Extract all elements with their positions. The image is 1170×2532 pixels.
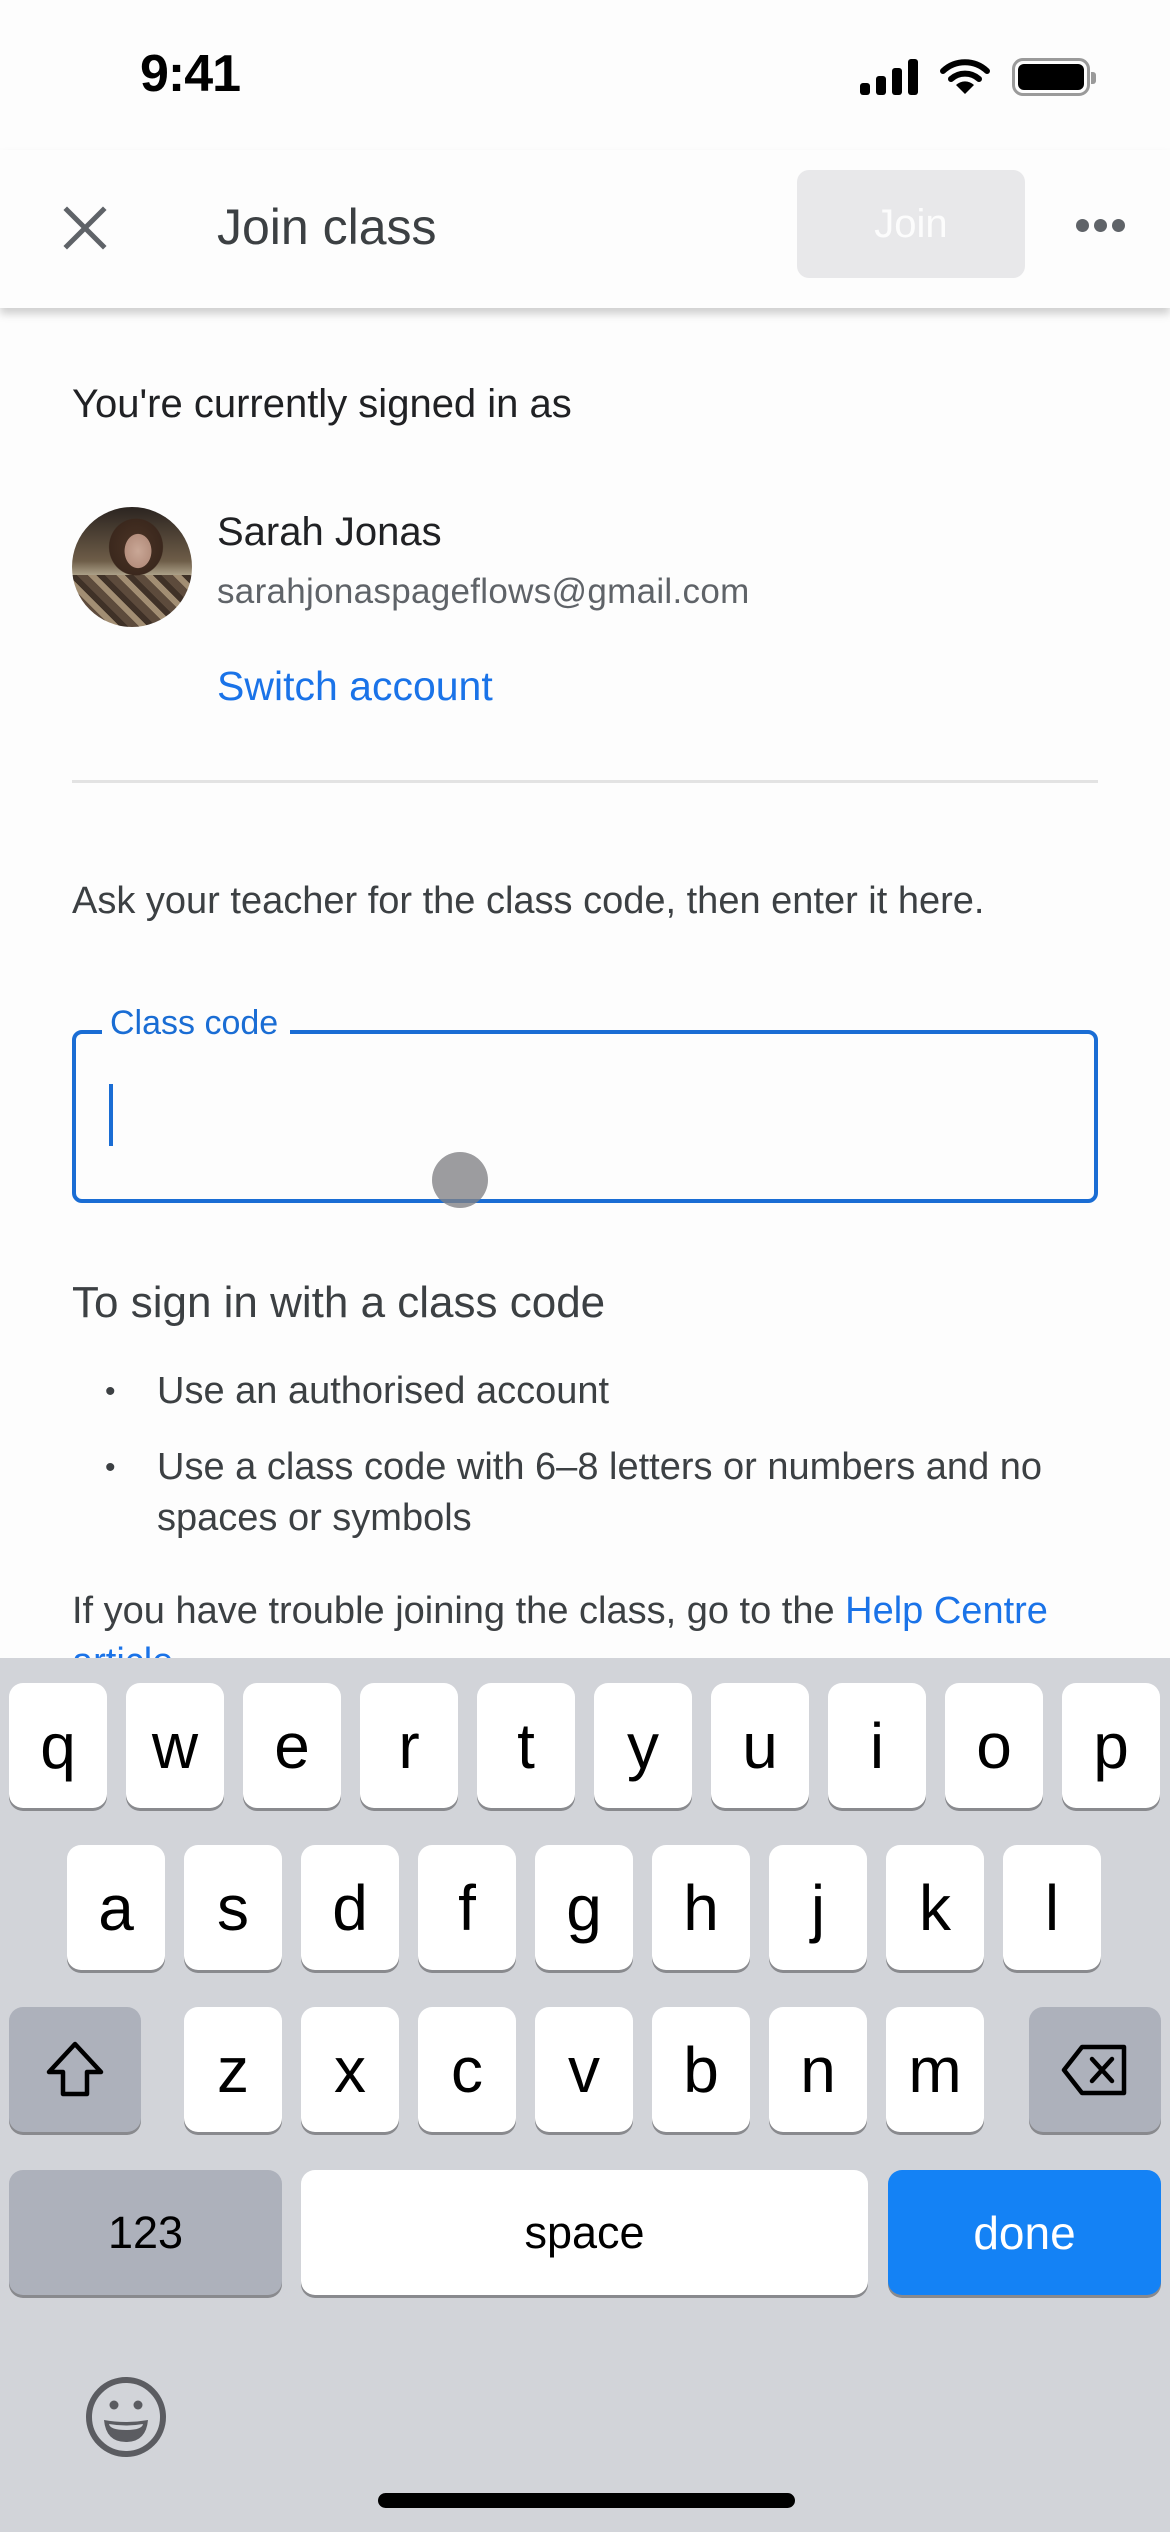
list-item: • Use an authorised account (105, 1370, 610, 1412)
shift-key[interactable] (9, 2007, 141, 2132)
text-caret (109, 1084, 113, 1146)
key-n[interactable]: n (769, 2007, 867, 2132)
keyboard-row-4: 123 space done (0, 2170, 1170, 2295)
key-p[interactable]: p (1062, 1683, 1160, 1808)
key-u[interactable]: u (711, 1683, 809, 1808)
key-z[interactable]: z (184, 2007, 282, 2132)
user-email: sarahjonaspageflows@gmail.com (217, 572, 750, 611)
shift-icon (46, 2041, 104, 2096)
backspace-icon (1061, 2044, 1127, 2095)
more-options-button[interactable] (1065, 195, 1135, 255)
page-title: Join class (217, 199, 437, 255)
signed-in-label: You're currently signed in as (72, 382, 572, 426)
key-a[interactable]: a (67, 1845, 165, 1970)
key-h[interactable]: h (652, 1845, 750, 1970)
key-l[interactable]: l (1003, 1845, 1101, 1970)
howto-list: • Use an authorised account • Use a clas… (72, 1366, 1102, 1569)
key-d[interactable]: d (301, 1845, 399, 1970)
key-g[interactable]: g (535, 1845, 633, 1970)
home-indicator (378, 2493, 795, 2508)
switch-account-link[interactable]: Switch account (217, 663, 493, 710)
status-bar: 9:41 (0, 0, 1170, 150)
key-q[interactable]: q (9, 1683, 107, 1808)
close-button[interactable] (50, 193, 120, 263)
class-code-input[interactable] (106, 1074, 1046, 1144)
done-key[interactable]: done (888, 2170, 1161, 2295)
join-button[interactable]: Join (797, 170, 1025, 278)
key-e[interactable]: e (243, 1683, 341, 1808)
key-k[interactable]: k (886, 1845, 984, 1970)
keyboard-row-1: qwertyuiop (0, 1683, 1170, 1808)
status-icons (860, 58, 1096, 96)
key-x[interactable]: x (301, 2007, 399, 2132)
key-t[interactable]: t (477, 1683, 575, 1808)
battery-icon (1012, 58, 1096, 96)
key-v[interactable]: v (535, 2007, 633, 2132)
key-j[interactable]: j (769, 1845, 867, 1970)
class-code-instructions: Ask your teacher for the class code, the… (72, 880, 985, 922)
list-item: • Use a class code with 6–8 letters or n… (105, 1446, 1043, 1539)
key-b[interactable]: b (652, 2007, 750, 2132)
class-code-label: Class code (102, 1004, 291, 1043)
key-i[interactable]: i (828, 1683, 926, 1808)
howto-heading: To sign in with a class code (72, 1278, 606, 1327)
key-o[interactable]: o (945, 1683, 1043, 1808)
divider (72, 780, 1098, 783)
app-bar: Join class Join (0, 150, 1170, 308)
emoji-button[interactable] (80, 2371, 172, 2463)
more-horizontal-icon (1075, 218, 1089, 232)
key-y[interactable]: y (594, 1683, 692, 1808)
wifi-icon (940, 59, 990, 94)
keyboard-row-3: zxcvbnm (0, 2007, 1170, 2132)
class-code-field[interactable]: Class code (72, 1004, 1098, 1203)
status-time: 9:41 (140, 45, 241, 103)
close-icon (63, 206, 107, 250)
keyboard: qwertyuiop asdfghjkl zxcvbnm 123 space d… (0, 1658, 1170, 2532)
touch-indicator (432, 1152, 488, 1208)
user-name: Sarah Jonas (217, 510, 442, 554)
delete-key[interactable] (1029, 2007, 1161, 2132)
numbers-key[interactable]: 123 (9, 2170, 282, 2295)
key-m[interactable]: m (886, 2007, 984, 2132)
key-c[interactable]: c (418, 2007, 516, 2132)
key-s[interactable]: s (184, 1845, 282, 1970)
keyboard-row-2: asdfghjkl (0, 1845, 1170, 1970)
emoji-icon (86, 2377, 166, 2457)
avatar (72, 507, 192, 627)
key-w[interactable]: w (126, 1683, 224, 1808)
cellular-signal-icon (860, 59, 918, 95)
space-key[interactable]: space (301, 2170, 868, 2295)
key-r[interactable]: r (360, 1683, 458, 1808)
key-f[interactable]: f (418, 1845, 516, 1970)
